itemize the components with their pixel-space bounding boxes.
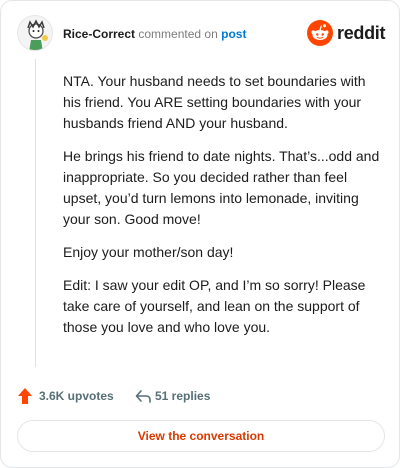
comment-paragraph: He brings his friend to date nights. Tha… bbox=[63, 148, 380, 227]
comment-body: NTA. Your husband needs to set boundarie… bbox=[63, 71, 385, 350]
embedded-comment-card: Rice-Correct commented on post reddit NT… bbox=[0, 0, 400, 468]
reddit-wordmark: reddit bbox=[337, 23, 386, 43]
view-conversation-button[interactable]: View the conversation bbox=[17, 420, 385, 452]
comment-byline: Rice-Correct commented on post bbox=[63, 27, 246, 41]
comment-paragraph: Enjoy your mother/son day! bbox=[63, 244, 234, 260]
reddit-snoo-icon bbox=[307, 20, 333, 46]
upvote-count: 3.6K upvotes bbox=[39, 389, 114, 403]
comment-paragraph: Edit: I saw your edit OP, and I’m so sor… bbox=[63, 277, 366, 335]
post-link[interactable]: post bbox=[221, 27, 246, 41]
reddit-logo[interactable]: reddit bbox=[307, 19, 386, 47]
user-avatar[interactable] bbox=[17, 15, 53, 51]
username-link[interactable]: Rice-Correct bbox=[63, 27, 135, 41]
byline-action: commented on bbox=[138, 27, 218, 41]
comment-header: Rice-Correct commented on post reddit bbox=[17, 15, 386, 55]
reply-arrow-icon bbox=[135, 390, 151, 403]
upvote-arrow-icon bbox=[18, 388, 32, 404]
reply-count: 51 replies bbox=[155, 389, 211, 403]
thread-line bbox=[35, 59, 36, 367]
comment-paragraph: NTA. Your husband needs to set boundarie… bbox=[63, 73, 366, 131]
comment-actions: 3.6K upvotes 51 replies bbox=[17, 385, 383, 407]
